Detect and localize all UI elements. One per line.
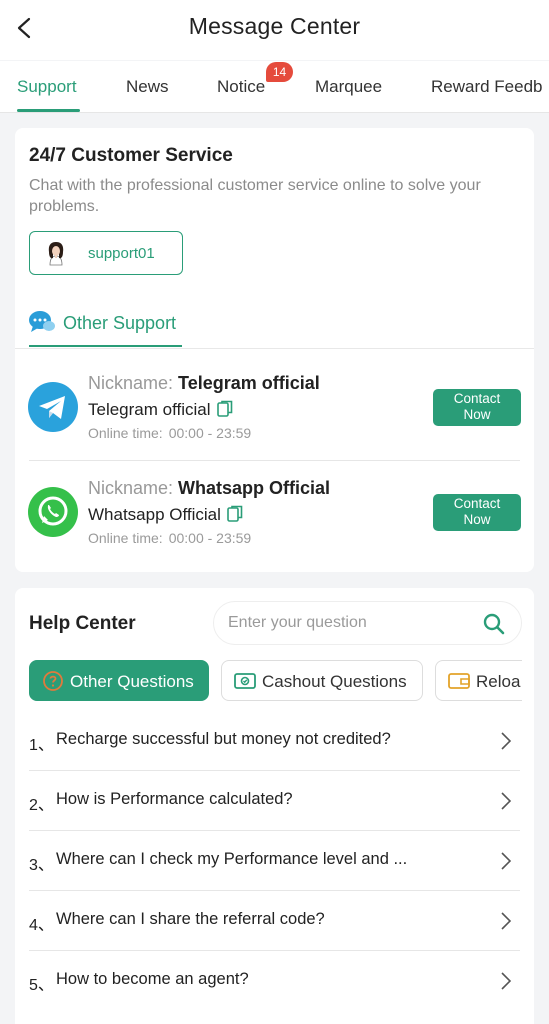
chevron-right-icon — [499, 971, 513, 991]
whatsapp-icon — [28, 487, 78, 537]
faq-question: Recharge successful but money not credit… — [56, 730, 391, 748]
contact-now-button[interactable]: Contact Now — [433, 494, 521, 531]
cash-icon — [234, 671, 256, 691]
copy-icon[interactable] — [227, 505, 243, 522]
faq-item[interactable]: 3、 Where can I check my Performance leve… — [29, 831, 520, 891]
chevron-right-icon — [499, 791, 513, 811]
wallet-icon — [448, 671, 470, 691]
category-label: Reloa — [476, 672, 521, 691]
faq-question: How is Performance calculated? — [56, 790, 293, 808]
tab-news[interactable]: News — [126, 77, 169, 97]
faq-item[interactable]: 1、 Recharge successful but money not cre… — [29, 711, 520, 771]
contact-account: Telegram official — [88, 400, 233, 420]
chevron-right-icon — [499, 731, 513, 751]
agent-avatar — [42, 239, 70, 267]
chevron-right-icon — [499, 851, 513, 871]
faq-question: Where can I check my Performance level a… — [56, 850, 408, 868]
category-reload-questions[interactable]: Reloa — [435, 660, 522, 701]
contact-account: Whatsapp Official — [88, 505, 243, 525]
copy-icon[interactable] — [216, 400, 233, 417]
question-category-tabs: Other Questions Cashout Questions Reloa — [29, 660, 522, 702]
tab-notice[interactable]: Notice — [217, 77, 265, 97]
contact-nickname: Nickname: Telegram official — [88, 373, 320, 393]
category-label: Cashout Questions — [262, 672, 407, 691]
search-icon[interactable] — [482, 612, 506, 636]
help-search-input[interactable] — [228, 602, 468, 644]
contact-online-time: Online time: 00:00 - 23:59 — [88, 425, 252, 441]
customer-service-title: 24/7 Customer Service — [29, 145, 233, 166]
help-search-box — [213, 601, 522, 645]
customer-service-card: 24/7 Customer Service Chat with the prof… — [15, 128, 534, 572]
contact-online-time: Online time: 00:00 - 23:59 — [88, 530, 252, 546]
customer-service-description: Chat with the professional customer serv… — [29, 177, 481, 215]
top-bar: Message Center — [0, 0, 549, 60]
help-center-card: Help Center Other Questions Cashout Ques… — [15, 588, 534, 1024]
tab-marquee[interactable]: Marquee — [315, 77, 382, 97]
faq-question: Where can I share the referral code? — [56, 910, 325, 928]
category-cashout-questions[interactable]: Cashout Questions — [221, 660, 423, 701]
other-support-underline — [29, 345, 182, 347]
help-center-title: Help Center — [29, 613, 136, 634]
page-title: Message Center — [188, 13, 361, 39]
chat-bubbles-icon — [28, 309, 56, 335]
faq-item[interactable]: 5、 How to become an agent? — [29, 951, 520, 1011]
support-agent-button[interactable]: support01 — [29, 231, 183, 275]
agent-name: support01 — [88, 245, 155, 262]
contact-nickname: Nickname: Whatsapp Official — [88, 478, 331, 498]
tab-support[interactable]: Support — [17, 77, 77, 97]
question-icon — [42, 671, 64, 691]
telegram-icon — [28, 382, 78, 432]
chevron-right-icon — [499, 911, 513, 931]
notice-count-badge: 14 — [266, 62, 293, 82]
other-support-label[interactable]: Other Support — [63, 313, 176, 334]
contact-row-telegram: Nickname: Telegram official Telegram off… — [15, 358, 534, 462]
category-label: Other Questions — [70, 672, 194, 691]
faq-question: How to become an agent? — [56, 970, 249, 988]
contact-row-whatsapp: Nickname: Whatsapp Official Whatsapp Off… — [15, 463, 534, 567]
divider — [29, 460, 520, 461]
contact-now-button[interactable]: Contact Now — [433, 389, 521, 426]
faq-item[interactable]: 4、 Where can I share the referral code? — [29, 891, 520, 951]
divider — [15, 348, 534, 349]
tab-reward-feedback[interactable]: Reward Feedb — [431, 77, 543, 97]
faq-item[interactable]: 2、 How is Performance calculated? — [29, 771, 520, 831]
category-other-questions[interactable]: Other Questions — [29, 660, 209, 701]
active-tab-indicator — [17, 109, 80, 112]
